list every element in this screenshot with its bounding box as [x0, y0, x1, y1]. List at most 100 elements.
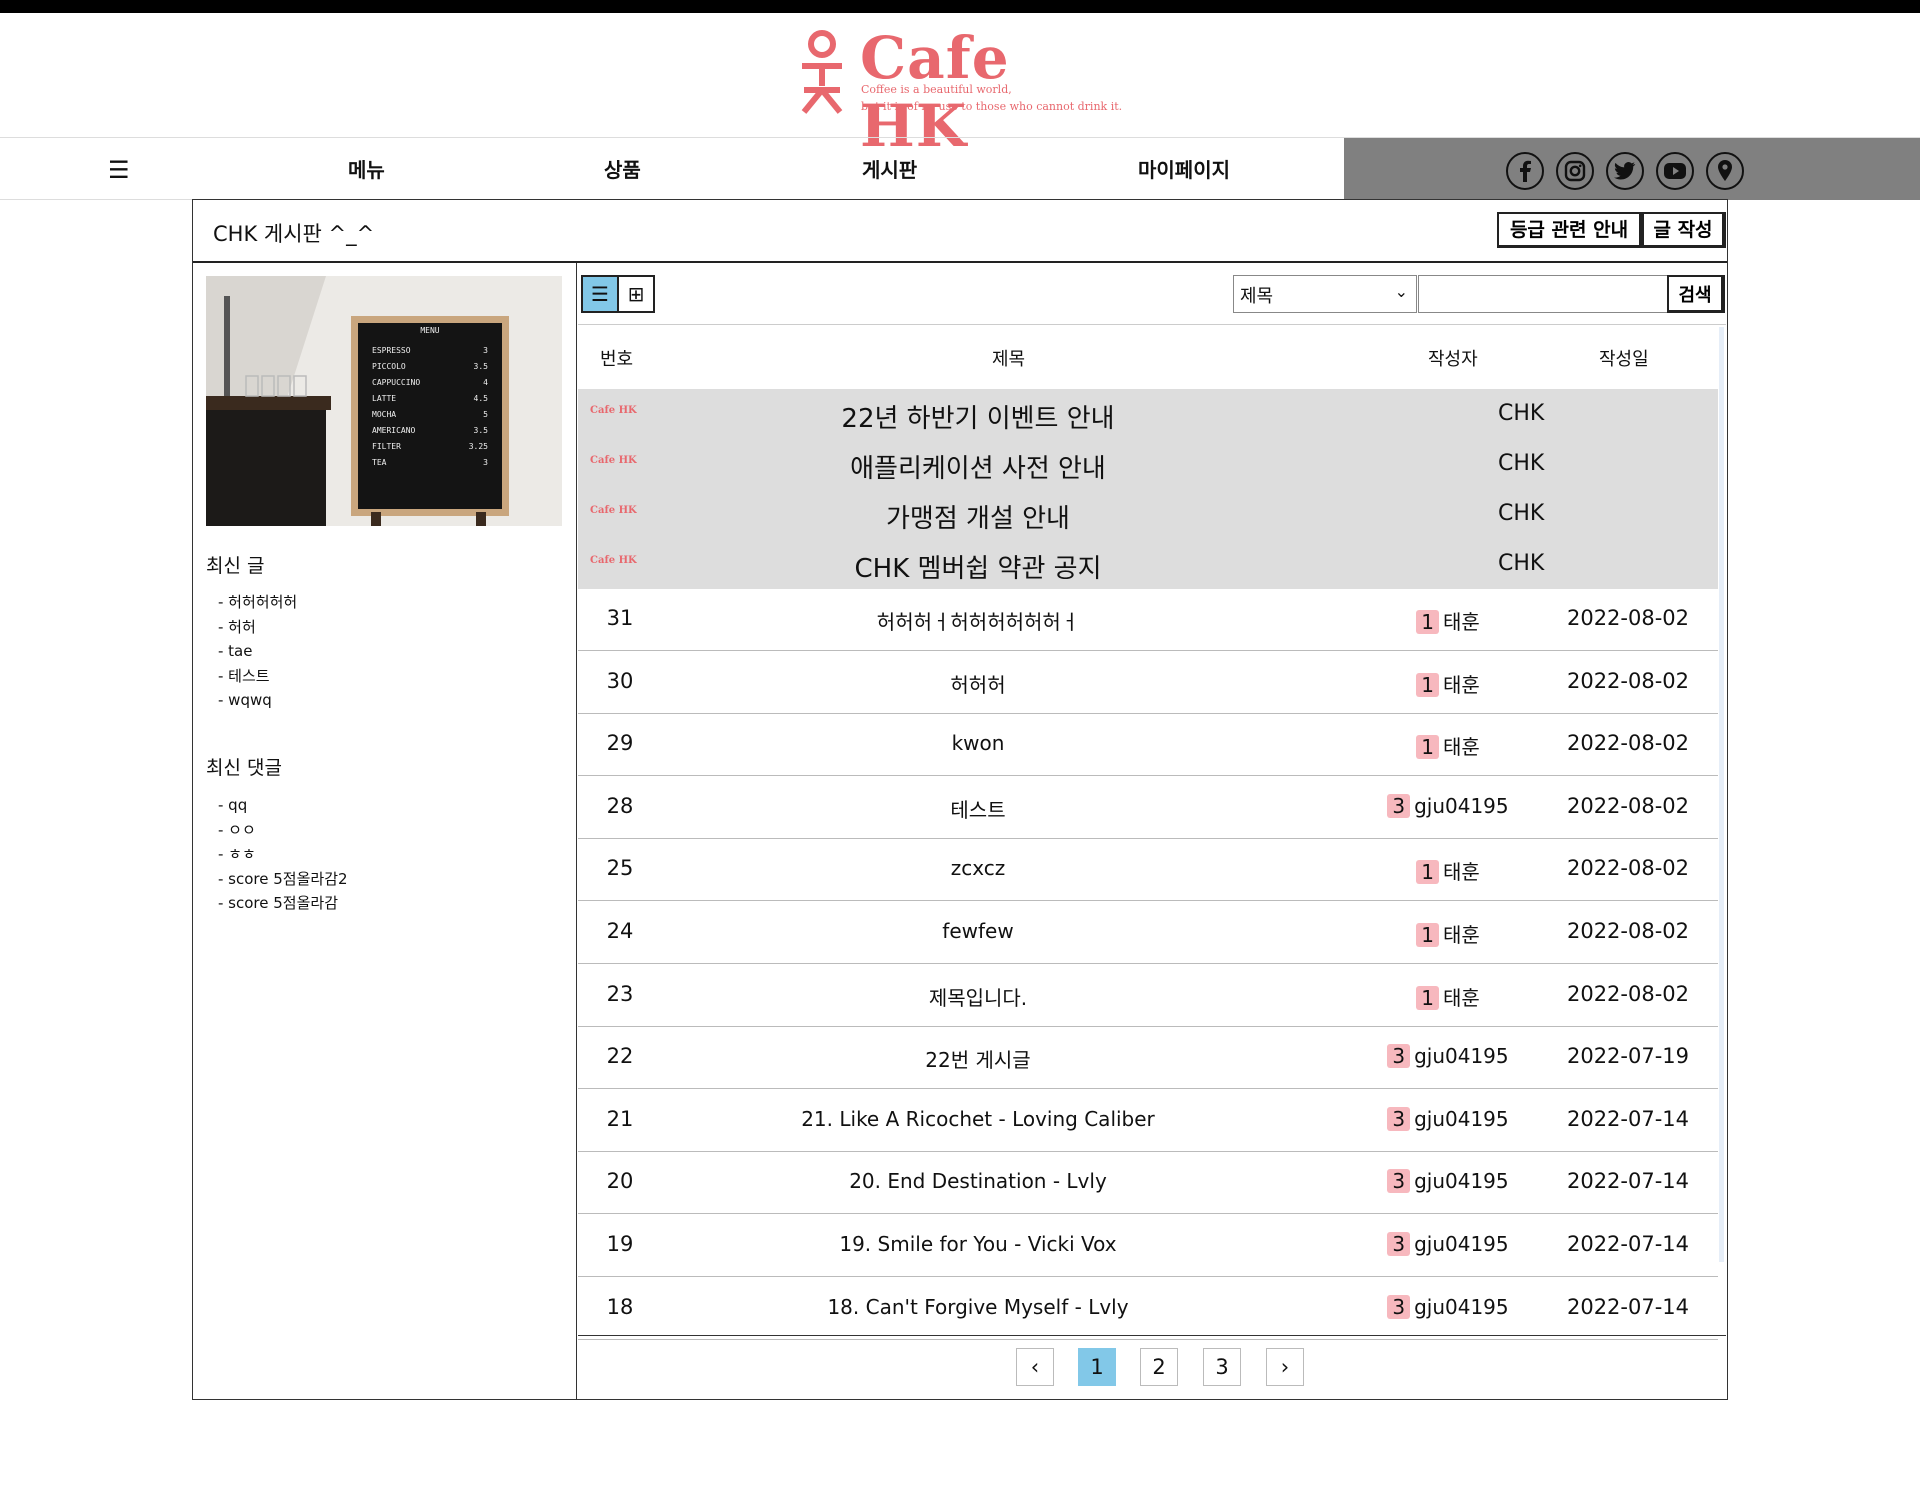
notice-badge: Cafe HK	[590, 405, 637, 416]
notice-row[interactable]: Cafe HK 22년 하반기 이벤트 안내 CHK	[578, 389, 1718, 439]
notice-row[interactable]: Cafe HK 애플리케이션 사전 안내 CHK	[578, 439, 1718, 489]
nav-item-products[interactable]: 상품	[604, 154, 641, 183]
brand-logo[interactable]: Cafe HK Coffee is a beautiful world, but…	[800, 24, 1122, 160]
table-row[interactable]: 30 허허허 1 태훈 2022-08-02	[578, 652, 1718, 714]
write-post-button[interactable]: 글 작성	[1642, 212, 1726, 248]
youtube-icon[interactable]	[1656, 152, 1694, 190]
post-number: 24	[606, 919, 634, 943]
instagram-icon[interactable]	[1556, 152, 1594, 190]
location-icon[interactable]	[1706, 152, 1744, 190]
notice-title[interactable]: CHK 멤버쉽 약관 공지	[718, 548, 1238, 585]
list-view-icon[interactable]: ☰	[581, 275, 619, 313]
menu-board-row: CAPPUCCINO 4	[364, 375, 496, 391]
recent-comment-item[interactable]: - score 5점올라감2	[218, 867, 348, 892]
menu-board-item-name: PICCOLO	[372, 362, 406, 371]
grade-badge: 1	[1416, 923, 1439, 947]
prev-page-button[interactable]: ‹	[1016, 1348, 1054, 1386]
menu-board-item-name: MOCHA	[372, 410, 397, 419]
chevron-down-icon: ⌄	[1394, 282, 1408, 301]
post-date: 2022-08-02	[1566, 606, 1690, 630]
facebook-icon[interactable]	[1506, 152, 1544, 190]
table-row[interactable]: 21 21. Like A Ricochet - Loving Caliber 3 g…	[578, 1090, 1718, 1152]
post-title[interactable]: 허허허ㅓ허허허허허허ㅓ	[738, 606, 1218, 635]
grade-info-button[interactable]: 등급 관련 안내	[1497, 212, 1643, 248]
menu-board-item-price: 4	[483, 378, 488, 387]
table-row[interactable]: 28 테스트 3 gju04195 2022-08-02	[578, 777, 1718, 839]
hamburger-icon[interactable]: ☰	[108, 156, 130, 184]
post-title[interactable]: zcxcz	[738, 856, 1218, 880]
page-button-1[interactable]: 1	[1078, 1348, 1116, 1386]
recent-post-item[interactable]: - 허허허허허	[218, 590, 297, 615]
post-author: gju04195	[1414, 1294, 1509, 1319]
table-row[interactable]: 19 19. Smile for You - Vicki Vox 3 gju04195…	[578, 1215, 1718, 1277]
nav-item-menu[interactable]: 메뉴	[348, 154, 385, 183]
page-button-3[interactable]: 3	[1203, 1348, 1241, 1386]
notice-title[interactable]: 22년 하반기 이벤트 안내	[718, 398, 1238, 435]
post-author-cell: 3 gju04195	[1358, 793, 1538, 818]
menu-board-item-name: CAPPUCCINO	[372, 378, 421, 387]
post-title[interactable]: 허허허	[738, 669, 1218, 698]
search-input[interactable]	[1418, 275, 1670, 313]
post-table: 번호 제목 작성자 작성일 Cafe HK 22년 하반기 이벤트 안내 CHK Ca…	[578, 327, 1718, 1340]
page-button-2[interactable]: 2	[1140, 1348, 1178, 1386]
recent-post-item[interactable]: - wqwq	[218, 688, 297, 713]
scrollbar[interactable]	[1719, 327, 1724, 1262]
post-date: 2022-07-14	[1566, 1232, 1690, 1256]
notice-badge: Cafe HK	[590, 505, 637, 516]
notice-row[interactable]: Cafe HK CHK 멤버쉽 약관 공지 CHK	[578, 539, 1718, 589]
post-author: gju04195	[1414, 1044, 1509, 1069]
menu-board-item-price: 3.5	[473, 426, 488, 435]
table-row[interactable]: 23 제목입니다. 1 태훈 2022-08-02	[578, 965, 1718, 1027]
grid-view-icon[interactable]: ⊞	[617, 275, 655, 313]
post-date: 2022-08-02	[1566, 668, 1690, 693]
menu-board-item-name: ESPRESSO	[372, 346, 411, 355]
post-title[interactable]: 20. End Destination - Lvly	[738, 1169, 1218, 1193]
post-title[interactable]: 테스트	[738, 794, 1218, 823]
post-author: gju04195	[1414, 1232, 1509, 1256]
post-title[interactable]: 18. Can't Forgive Myself - Lvly	[738, 1295, 1218, 1319]
table-row[interactable]: 22 22번 게시글 3 gju04195 2022-07-19	[578, 1027, 1718, 1090]
notice-author: CHK	[1498, 551, 1545, 576]
search-button[interactable]: 검색	[1667, 275, 1725, 313]
recent-comment-item[interactable]: - score 5점올라감	[218, 891, 348, 916]
post-date: 2022-07-14	[1566, 1294, 1690, 1319]
post-number: 18	[606, 1294, 634, 1319]
notice-badge: Cafe HK	[590, 455, 637, 466]
nav-item-mypage[interactable]: 마이페이지	[1138, 154, 1230, 183]
notice-row[interactable]: Cafe HK 가맹점 개설 안내 CHK	[578, 489, 1718, 539]
table-row[interactable]: 24 fewfew 1 태훈 2022-08-02	[578, 902, 1718, 964]
post-title[interactable]: 22번 게시글	[738, 1044, 1218, 1073]
grade-badge: 3	[1387, 1106, 1411, 1131]
post-author: 태훈	[1442, 923, 1480, 947]
table-row[interactable]: 25 zcxcz 1 태훈 2022-08-02	[578, 839, 1718, 902]
post-title[interactable]: 제목입니다.	[738, 982, 1218, 1011]
post-author-cell: 1 태훈	[1358, 669, 1538, 698]
recent-post-item[interactable]: - 테스트	[218, 664, 297, 689]
post-title[interactable]: 19. Smile for You - Vicki Vox	[738, 1232, 1218, 1256]
table-row[interactable]: 20 20. End Destination - Lvly 3 gju04195 202…	[578, 1152, 1718, 1215]
post-title[interactable]: fewfew	[738, 919, 1218, 943]
notice-title[interactable]: 가맹점 개설 안내	[718, 498, 1238, 535]
menu-board-row: PICCOLO 3.5	[364, 359, 496, 375]
table-row[interactable]: 18 18. Can't Forgive Myself - Lvly 3 gju041…	[578, 1278, 1718, 1340]
next-page-button[interactable]: ›	[1266, 1348, 1304, 1386]
twitter-icon[interactable]	[1606, 152, 1644, 190]
recent-comment-item[interactable]: - ㅇㅇ	[218, 818, 348, 843]
notice-author: CHK	[1498, 401, 1545, 426]
post-author: gju04195	[1414, 1106, 1509, 1131]
col-header-title: 제목	[992, 349, 1026, 370]
recent-comment-item[interactable]: - qq	[218, 793, 348, 818]
recent-comment-item[interactable]: - ㅎㅎ	[218, 842, 348, 867]
post-title[interactable]: kwon	[738, 731, 1218, 755]
table-row[interactable]: 31 허허허ㅓ허허허허허허ㅓ 1 태훈 2022-08-02	[578, 589, 1718, 651]
recent-post-item[interactable]: - 허허	[218, 615, 297, 640]
notice-title[interactable]: 애플리케이션 사전 안내	[718, 448, 1238, 485]
post-author-cell: 3 gju04195	[1358, 1232, 1538, 1256]
post-title[interactable]: 21. Like A Ricochet - Loving Caliber	[738, 1107, 1218, 1131]
nav-item-board[interactable]: 게시판	[862, 154, 917, 183]
recent-comments-title: 최신 댓글	[206, 757, 282, 779]
table-row[interactable]: 29 kwon 1 태훈 2022-08-02	[578, 714, 1718, 777]
recent-post-item[interactable]: - tae	[218, 639, 297, 664]
grade-badge: 3	[1387, 1294, 1411, 1319]
search-field-select[interactable]: 제목 ⌄	[1233, 275, 1417, 313]
